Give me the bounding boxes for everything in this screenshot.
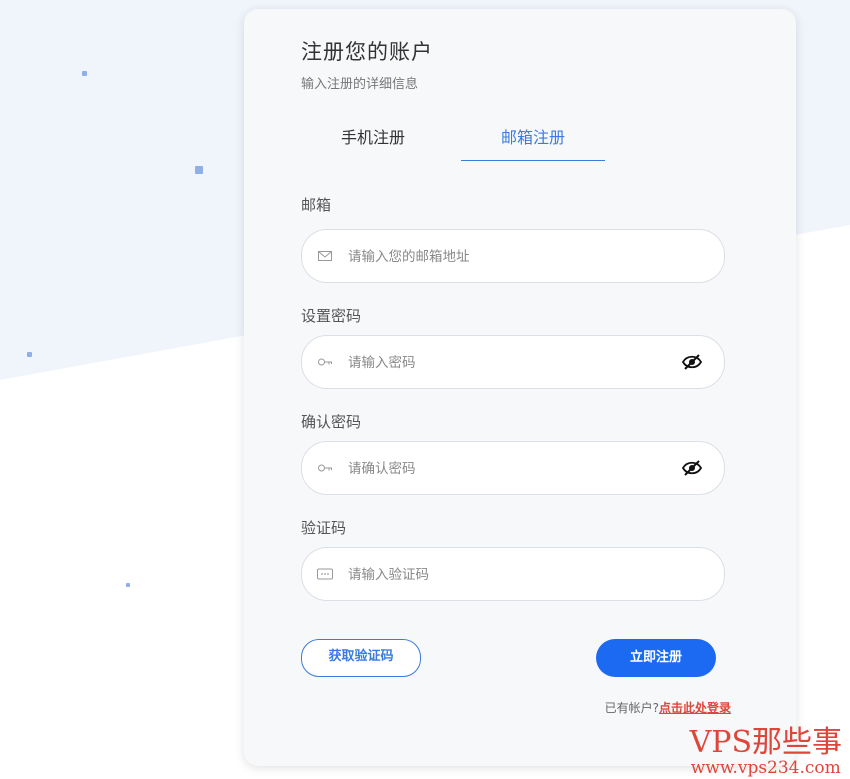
decor-dot (195, 166, 203, 174)
confirm-password-label: 确认密码 (301, 413, 362, 431)
email-label: 邮箱 (301, 196, 332, 214)
password-field (301, 335, 725, 390)
decor-dot (126, 583, 130, 587)
login-prompt-text: 已有帐户? (604, 701, 659, 715)
login-prompt: 已有帐户?点击此处登录 (605, 699, 731, 716)
confirm-password-input[interactable] (346, 442, 670, 496)
login-link[interactable]: 点击此处登录 (659, 701, 731, 715)
keyboard-icon (317, 568, 333, 580)
email-input[interactable] (346, 230, 670, 284)
mail-icon (318, 251, 332, 261)
watermark-title: VPS那些事 (689, 725, 842, 760)
decor-dot (82, 71, 87, 76)
tab-email-register[interactable]: 邮箱注册 (461, 124, 605, 161)
eye-hidden-icon[interactable] (682, 459, 702, 477)
register-card: 注册您的账户 输入注册的详细信息 手机注册 邮箱注册 邮箱 设置密码 确认密码 (244, 9, 796, 766)
decor-dot (27, 352, 32, 357)
register-tabs: 手机注册 邮箱注册 (301, 124, 605, 161)
email-field (301, 229, 725, 284)
key-icon (318, 358, 332, 366)
page-title: 注册您的账户 (301, 40, 433, 64)
register-button[interactable]: 立即注册 (596, 639, 716, 677)
page-subtitle: 输入注册的详细信息 (301, 77, 419, 92)
get-code-button[interactable]: 获取验证码 (301, 639, 421, 677)
password-input[interactable] (346, 336, 670, 390)
tab-phone-register[interactable]: 手机注册 (301, 124, 445, 160)
verification-code-input[interactable] (346, 548, 670, 602)
key-icon (318, 464, 332, 472)
password-label: 设置密码 (301, 307, 362, 325)
verification-code-label: 验证码 (301, 519, 347, 537)
eye-hidden-icon[interactable] (682, 353, 702, 371)
watermark-url: www.vps234.com (690, 758, 841, 778)
verification-code-field (301, 547, 725, 602)
watermark: VPS那些事 www.vps234.com (690, 728, 842, 777)
confirm-password-field (301, 441, 725, 496)
